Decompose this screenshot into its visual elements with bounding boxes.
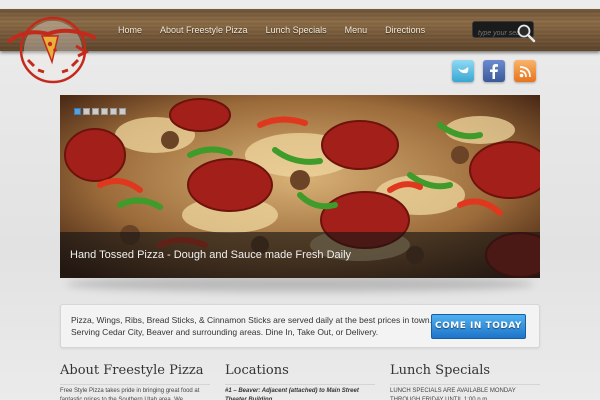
nav-lunch-specials[interactable]: Lunch Specials	[266, 25, 327, 35]
slider-dot-2[interactable]	[83, 108, 90, 115]
slider-caption: Hand Tossed Pizza - Dough and Sauce made…	[60, 232, 540, 278]
lunch-column: Lunch Specials LUNCH SPECIALS ARE AVAILA…	[390, 363, 540, 400]
about-column: About Freestyle Pizza Free Style Pizza t…	[60, 363, 210, 400]
come-in-today-button[interactable]: COME IN TODAY	[431, 314, 526, 339]
nav-home[interactable]: Home	[118, 25, 142, 35]
magnifier-icon[interactable]	[515, 22, 537, 44]
facebook-icon[interactable]	[483, 60, 505, 82]
slider-dot-6[interactable]	[119, 108, 126, 115]
slider-pagination	[74, 108, 128, 115]
about-text: Free Style Pizza takes pride in bringing…	[60, 388, 200, 400]
slider-dot-4[interactable]	[101, 108, 108, 115]
locations-column: Locations #1 – Beaver: Adjacent (attache…	[225, 363, 375, 400]
search-input[interactable]	[473, 26, 521, 41]
slider-shadow	[66, 276, 534, 292]
slider-dot-3[interactable]	[92, 108, 99, 115]
main-nav: Home About Freestyle Pizza Lunch Special…	[118, 9, 443, 51]
nav-menu[interactable]: Menu	[345, 25, 368, 35]
locations-title: Locations	[225, 363, 375, 385]
lunch-text: LUNCH SPECIALS ARE AVAILABLE MONDAY THRO…	[390, 388, 516, 400]
nav-directions[interactable]: Directions	[385, 25, 425, 35]
lunch-title: Lunch Specials	[390, 363, 540, 385]
info-text: Pizza, Wings, Ribs, Bread Sticks, & Cinn…	[71, 315, 432, 337]
twitter-icon[interactable]	[452, 60, 474, 82]
slider-dot-1[interactable]	[74, 108, 81, 115]
rss-icon[interactable]	[514, 60, 536, 82]
about-title: About Freestyle Pizza	[60, 363, 210, 385]
locations-text: #1 – Beaver: Adjacent (attached) to Main…	[225, 388, 359, 400]
free-style-pizza-logo[interactable]	[6, 16, 98, 84]
slider-dot-5[interactable]	[110, 108, 117, 115]
nav-about[interactable]: About Freestyle Pizza	[160, 25, 248, 35]
